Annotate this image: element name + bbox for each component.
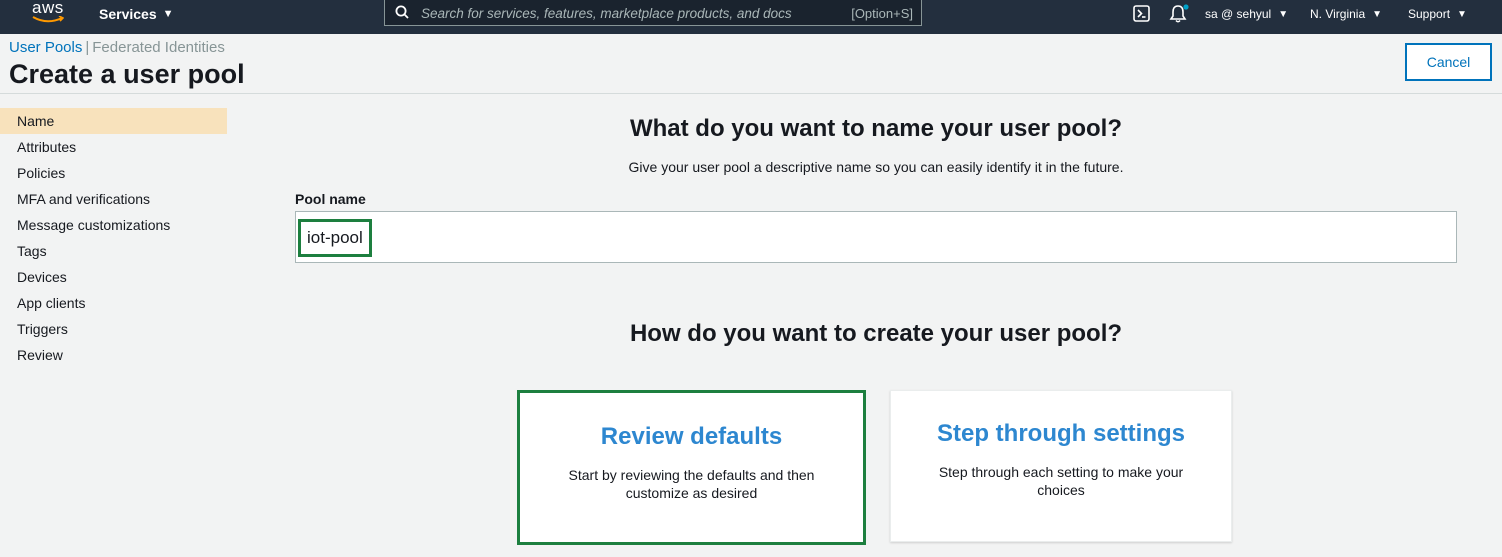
step-message-customizations[interactable]: Message customizations: [0, 212, 227, 238]
step-attributes[interactable]: Attributes: [0, 134, 227, 160]
review-defaults-title: Review defaults: [600, 423, 783, 450]
step-policies[interactable]: Policies: [0, 160, 227, 186]
step-review[interactable]: Review: [0, 342, 227, 368]
notification-dot: [1183, 4, 1189, 10]
step-name[interactable]: Name: [0, 108, 227, 134]
page-header: User Pools | Federated Identities Create…: [0, 34, 1502, 94]
step-through-settings-option[interactable]: Step through settings Step through each …: [890, 390, 1232, 542]
caret-down-icon: ▼: [162, 8, 174, 20]
step-tags[interactable]: Tags: [0, 238, 227, 264]
search-placeholder: Search for services, features, marketpla…: [421, 6, 792, 21]
name-heading: What do you want to name your user pool?: [629, 115, 1122, 142]
caret-down-icon: ▼: [1372, 8, 1383, 20]
breadcrumb-user-pools[interactable]: User Pools: [9, 39, 82, 56]
aws-smile-icon: [32, 16, 64, 23]
wizard-steps-nav: Name Attributes Policies MFA and verific…: [0, 108, 227, 368]
account-menu[interactable]: sa @ sehyul ▼: [1205, 7, 1288, 21]
step-through-settings-title: Step through settings: [937, 420, 1185, 447]
account-label: sa @ sehyul: [1205, 7, 1272, 21]
name-subheading: Give your user pool a descriptive name s…: [628, 159, 1124, 175]
services-menu[interactable]: Services ▼: [99, 6, 174, 22]
support-menu[interactable]: Support ▼: [1408, 7, 1467, 21]
review-defaults-option[interactable]: Review defaults Start by reviewing the d…: [517, 390, 866, 545]
search-icon: [395, 5, 409, 19]
search-shortcut-hint: [Option+S]: [851, 6, 913, 21]
bell-icon[interactable]: [1169, 4, 1191, 24]
breadcrumb-separator: |: [85, 39, 90, 56]
create-heading: How do you want to create your user pool…: [629, 320, 1123, 347]
pool-name-label: Pool name: [295, 191, 366, 207]
services-label: Services: [99, 6, 157, 22]
search-input[interactable]: Search for services, features, marketpla…: [384, 0, 922, 26]
cancel-button[interactable]: Cancel: [1405, 43, 1492, 81]
step-mfa-and-verifications[interactable]: MFA and verifications: [0, 186, 227, 212]
step-devices[interactable]: Devices: [0, 264, 227, 290]
step-triggers[interactable]: Triggers: [0, 316, 227, 342]
support-label: Support: [1408, 7, 1451, 21]
breadcrumb-federated-identities[interactable]: Federated Identities: [92, 39, 225, 56]
region-label: N. Virginia: [1310, 7, 1366, 21]
page-title: Create a user pool: [9, 59, 245, 89]
region-menu[interactable]: N. Virginia ▼: [1310, 7, 1382, 21]
top-navigation-bar: aws Services ▼ Search for services, feat…: [0, 0, 1502, 34]
breadcrumb: User Pools | Federated Identities: [9, 39, 225, 56]
caret-down-icon: ▼: [1278, 8, 1289, 20]
step-app-clients[interactable]: App clients: [0, 290, 227, 316]
aws-logo[interactable]: aws: [30, 0, 66, 30]
cloudshell-icon[interactable]: [1133, 5, 1150, 22]
caret-down-icon: ▼: [1457, 8, 1467, 20]
pool-name-value: iot-pool: [298, 219, 372, 257]
pool-name-input[interactable]: iot-pool: [295, 211, 1457, 263]
step-through-settings-description: Step through each setting to make your c…: [938, 464, 1184, 498]
review-defaults-description: Start by reviewing the defaults and then…: [568, 467, 815, 501]
